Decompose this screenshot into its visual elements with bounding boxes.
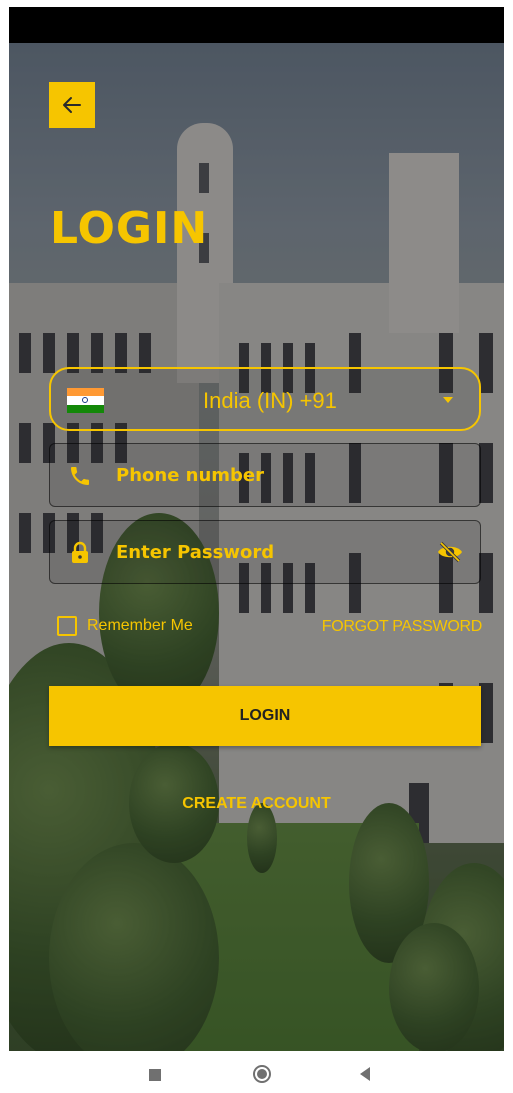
eye-off-icon[interactable] [436,540,464,564]
country-code-label: India (IN) +91 [203,388,337,413]
login-button[interactable]: LOGIN [49,686,481,746]
lock-icon [72,541,88,563]
system-nav-bar [0,1051,513,1093]
caret-down-icon [443,397,453,403]
phone-icon [71,467,89,485]
page-title: LOGIN [50,203,209,254]
password-input[interactable] [116,521,416,583]
india-flag-icon [67,388,104,413]
phone-number-field[interactable] [49,443,481,507]
country-code-select[interactable]: India (IN) +91 [49,367,481,431]
remember-me-checkbox[interactable] [57,616,77,636]
password-field[interactable] [49,520,481,584]
remember-me-label: Remember Me [87,617,193,634]
back-icon[interactable] [360,1067,370,1081]
phone-number-input[interactable] [116,444,416,506]
arrow-left-icon [63,97,81,113]
recent-apps-icon[interactable] [149,1069,161,1081]
home-icon[interactable] [252,1064,272,1084]
forgot-password-link[interactable]: FORGOT PASSWORD [322,618,483,636]
remember-me-row[interactable]: Remember Me [57,616,193,636]
status-bar [9,7,504,43]
app-screen: LOGIN India (IN) +91 Phone number Rememb… [9,7,504,1051]
create-account-link[interactable]: CREATE ACCOUNT [9,795,504,813]
back-button[interactable] [49,82,95,128]
